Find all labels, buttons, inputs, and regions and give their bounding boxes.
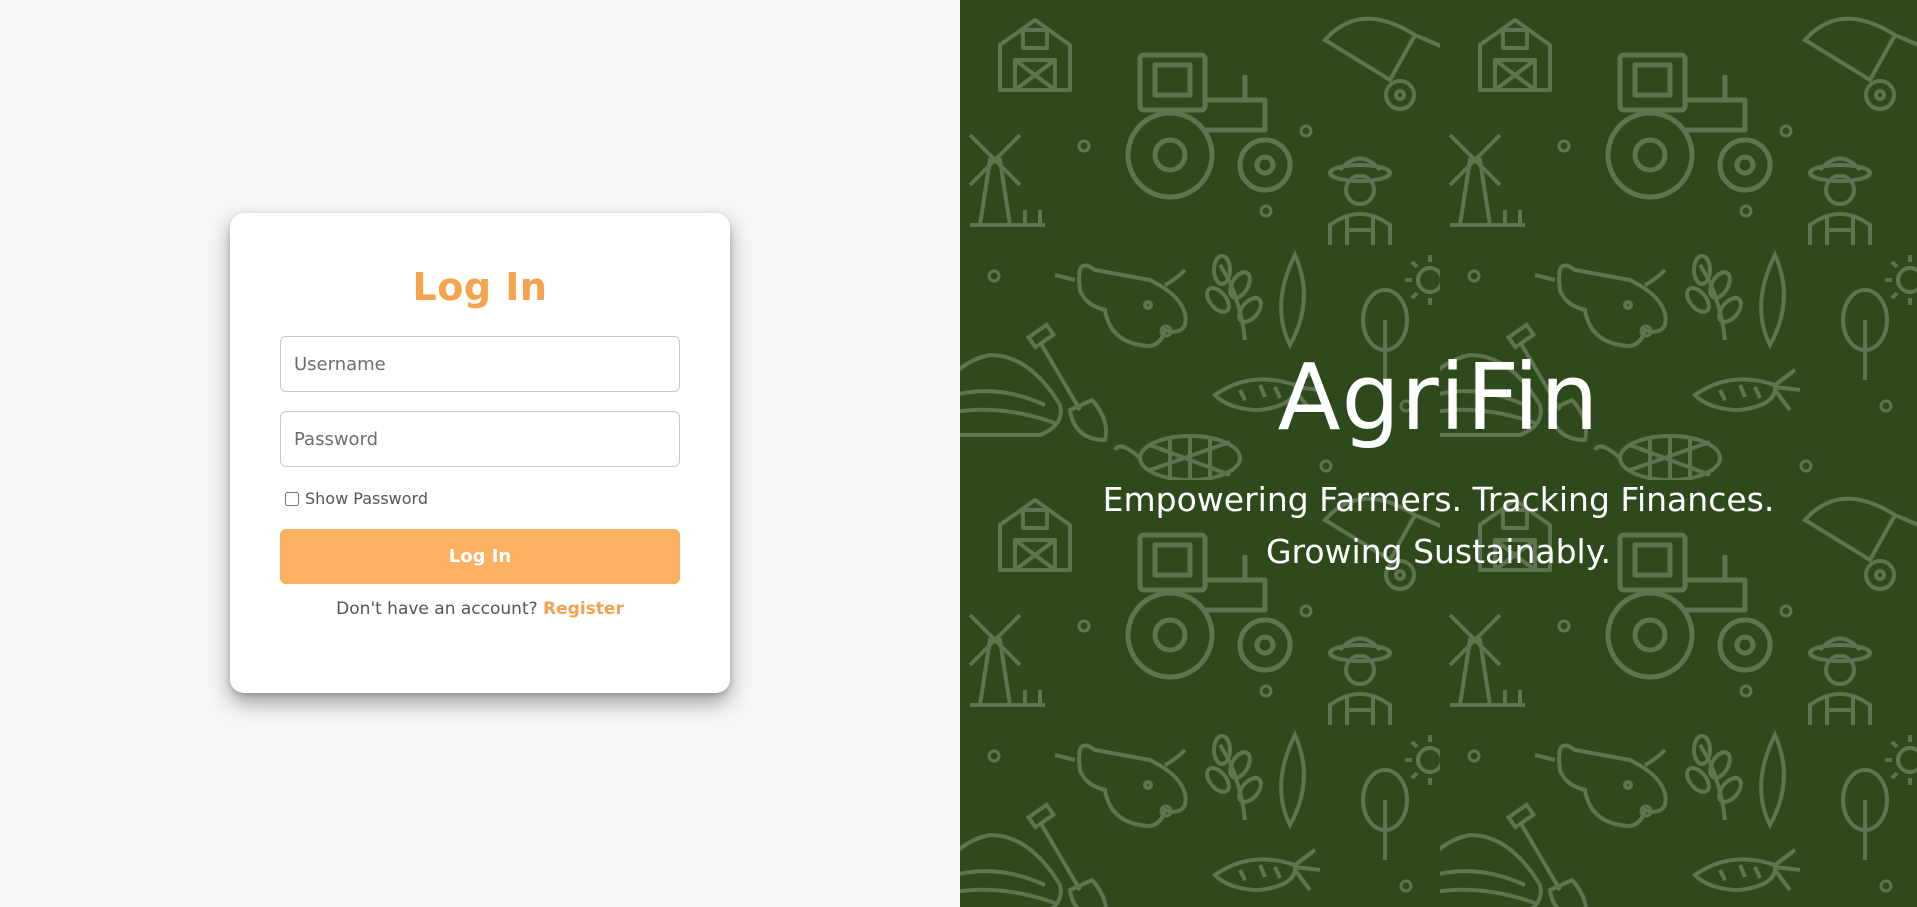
show-password-label: Show Password xyxy=(305,489,428,508)
hero-panel: AgriFin Empowering Farmers. Tracking Fin… xyxy=(960,0,1917,907)
tagline-line-1: Empowering Farmers. Tracking Finances. xyxy=(1102,480,1775,519)
login-card: Log In Show Password Log In Don't have a… xyxy=(230,213,730,693)
show-password-checkbox[interactable] xyxy=(285,491,299,506)
username-input[interactable] xyxy=(280,336,680,392)
show-password-toggle[interactable]: Show Password xyxy=(285,489,428,508)
login-title: Log In xyxy=(412,265,548,309)
tagline: Empowering Farmers. Tracking Finances. G… xyxy=(960,474,1917,578)
pattern-fill xyxy=(960,0,1917,907)
register-prompt-row: Don't have an account? Register xyxy=(230,599,730,619)
password-input[interactable] xyxy=(280,411,680,467)
register-link[interactable]: Register xyxy=(543,599,624,619)
farm-pattern-background xyxy=(960,0,1917,907)
register-prompt: Don't have an account? xyxy=(336,599,538,619)
login-button[interactable]: Log In xyxy=(280,529,680,584)
tagline-line-2: Growing Sustainably. xyxy=(1265,532,1612,571)
login-panel: Log In Show Password Log In Don't have a… xyxy=(0,0,960,907)
login-page: Log In Show Password Log In Don't have a… xyxy=(0,0,1917,907)
brand-title: AgriFin xyxy=(1277,344,1600,451)
